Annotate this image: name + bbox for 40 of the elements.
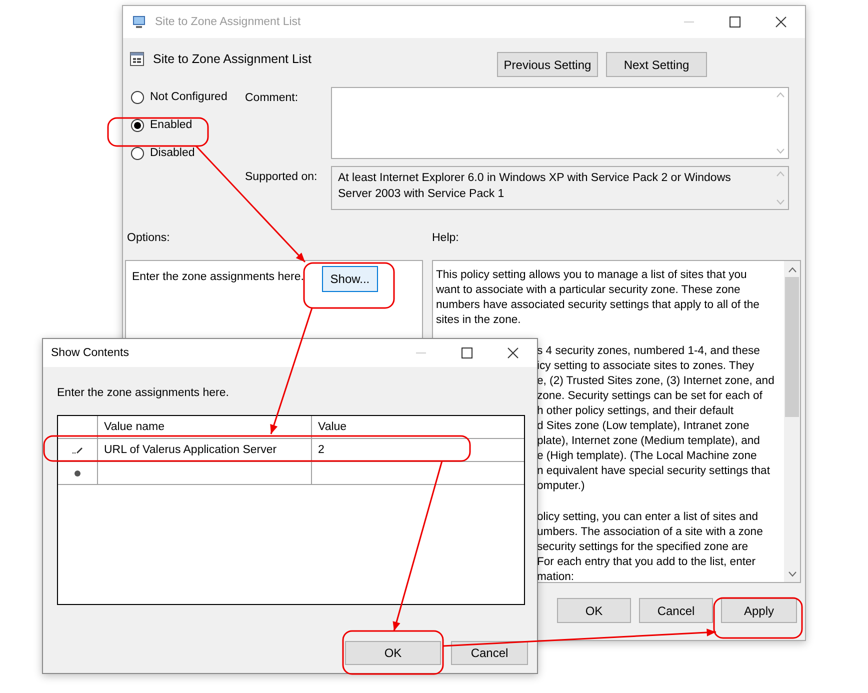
dialog-button[interactable]: OK	[557, 598, 631, 623]
window-title: Site to Zone Assignment List	[155, 16, 302, 28]
radio-label: Enabled	[150, 119, 192, 131]
scrollbar-thumb[interactable]	[785, 277, 799, 417]
nav-button[interactable]: Next Setting	[606, 52, 707, 77]
dialog-title: Show Contents	[51, 347, 130, 359]
options-label: Options:	[127, 232, 170, 244]
maximize-icon[interactable]	[729, 16, 741, 28]
supported-on-label: Supported on:	[245, 170, 318, 185]
scroll-down-icon[interactable]	[788, 571, 796, 577]
radio-label: Not Configured	[150, 91, 228, 103]
dialog-button[interactable]: Apply	[721, 598, 797, 623]
new-row-icon	[74, 470, 81, 476]
nav-button[interactable]: Previous Setting	[497, 52, 598, 77]
dialog-button[interactable]: OK	[345, 641, 441, 665]
radio-button[interactable]	[131, 90, 144, 104]
radio-button[interactable]	[131, 146, 144, 160]
help-paragraph: olicy setting, you can enter a list of sites and umbers. The association of a site with a zone security settings for the specified zone are For each entry that you add to the list, enter mation:	[537, 510, 763, 585]
radio-button[interactable]	[131, 118, 144, 132]
setting-title: Site to Zone Assignment List	[153, 52, 312, 66]
dialog-prompt: Enter the zone assignments here.	[57, 387, 229, 399]
show-button[interactable]: Show...	[322, 266, 378, 292]
policy-setting-icon	[129, 51, 145, 67]
dialog-button[interactable]: Cancel	[639, 598, 713, 623]
comment-label: Comment:	[245, 91, 300, 106]
options-prompt: Enter the zone assignments here.	[132, 270, 304, 283]
scroll-up-icon[interactable]	[788, 267, 796, 273]
pencil-icon	[72, 446, 84, 454]
help-label: Help:	[432, 232, 459, 246]
table-cell[interactable]: 2	[312, 439, 524, 461]
close-icon[interactable]	[507, 347, 519, 359]
supported-on-text: At least Internet Explorer 6.0 in Windows XP with Service Pack 2 or Windows Server 2003 with Service Pack 1	[338, 172, 731, 200]
radio-label: Disabled	[150, 147, 195, 159]
maximize-icon[interactable]	[461, 347, 473, 359]
column-header[interactable]: Value	[312, 416, 524, 438]
help-paragraph: This policy setting allows you to manage a list of sites that you want to associate with a particular security zone. These zone numbers have associated security settings that apply to all of the sites in the zone.	[436, 268, 760, 328]
computer-icon	[131, 14, 147, 30]
table-cell[interactable]: URL of Valerus Application Server	[98, 439, 312, 461]
close-icon[interactable]	[775, 16, 787, 28]
dialog-button[interactable]: Cancel	[451, 641, 528, 665]
